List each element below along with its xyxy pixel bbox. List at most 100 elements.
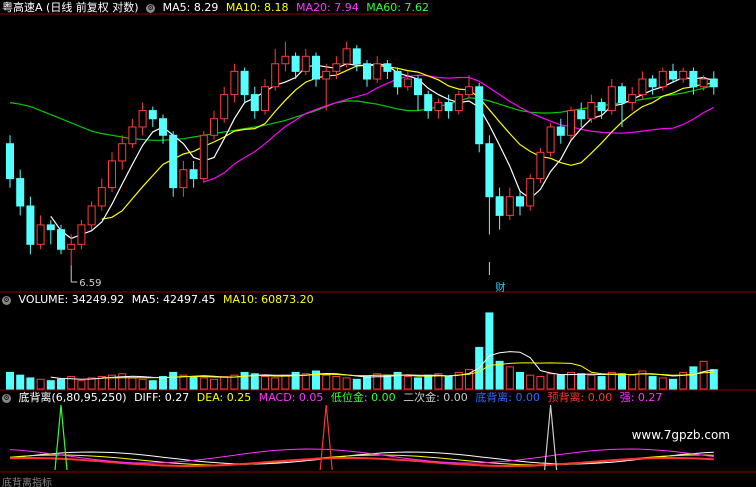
- candle-body: [403, 78, 412, 88]
- candle-body: [505, 196, 514, 216]
- volume-bar: [669, 378, 677, 390]
- candle-body: [669, 70, 677, 80]
- volume-bar: [526, 374, 535, 390]
- candle-body: [424, 94, 433, 112]
- volume-bar: [6, 371, 14, 390]
- volume-bar: [444, 376, 453, 390]
- candle-body: [169, 134, 178, 189]
- low-price-label: 6.59: [79, 278, 101, 289]
- volume-ma10: MA10: 60873.20: [222, 293, 314, 306]
- candle-body: [118, 143, 127, 162]
- strong-value: 强: 0.27: [619, 391, 663, 404]
- volume-bar: [383, 374, 392, 390]
- candle-body: [261, 86, 269, 112]
- candle-body: [322, 70, 331, 80]
- settings-icon[interactable]: ⚙: [2, 295, 11, 305]
- candle-body: [128, 126, 137, 145]
- candle-body: [189, 169, 198, 180]
- volume-bar: [118, 373, 127, 390]
- ma10-value: MA10: 8.18: [225, 1, 289, 14]
- volume-bar: [414, 377, 422, 390]
- volume-bar: [87, 377, 96, 390]
- volume-bar: [373, 373, 382, 390]
- candle-body: [332, 63, 341, 72]
- volume-bar: [587, 374, 596, 390]
- candle-body: [516, 196, 524, 207]
- candle-body: [281, 55, 290, 65]
- candle-body: [546, 126, 555, 153]
- event-label: 财: [495, 281, 505, 294]
- candle-body: [648, 78, 657, 88]
- volume-header: ⚙ VOLUME: 34249.92 MA5: 42497.45 MA10: 6…: [2, 293, 318, 307]
- candle-body: [46, 224, 55, 231]
- watermark: www.7gpzb.com: [631, 428, 730, 442]
- volume-bar: [628, 374, 637, 390]
- candle-body: [179, 169, 188, 189]
- volume-bar: [699, 360, 708, 390]
- candle-body: [618, 86, 626, 104]
- candle-body: [271, 63, 280, 88]
- candle-body: [108, 160, 116, 189]
- candle-body: [393, 70, 402, 88]
- candle-body: [138, 110, 147, 128]
- candle-body: [67, 243, 76, 250]
- volume-bar: [648, 376, 657, 390]
- candle-body: [689, 70, 698, 88]
- volume-bar: [301, 373, 310, 390]
- candle-body: [312, 55, 320, 80]
- volume-bar: [505, 366, 514, 390]
- candle-body: [465, 86, 473, 96]
- volume-bar: [342, 377, 351, 390]
- volume-bar: [210, 378, 218, 390]
- volume-bar: [199, 377, 208, 390]
- volume-bar: [26, 377, 35, 390]
- signal-spike: [319, 404, 333, 471]
- volume-bar: [138, 378, 147, 390]
- volume-bar: [618, 373, 626, 390]
- candle-body: [556, 126, 565, 136]
- volume-bar: [169, 371, 178, 390]
- stock-title[interactable]: 粤高速A (日线 前复权 对数): [2, 1, 139, 14]
- volume-bar: [689, 366, 698, 390]
- candle-body: [444, 102, 453, 112]
- settings-icon[interactable]: ⚙: [2, 393, 11, 403]
- volume-bar: [352, 378, 361, 390]
- low-gold-value: 低位金: 0.00: [330, 391, 396, 404]
- volume-bar: [240, 371, 249, 390]
- signal-spike: [54, 404, 68, 471]
- volume-bar: [36, 378, 45, 390]
- volume-bar: [658, 377, 667, 390]
- diff-value: DIFF: 0.27: [134, 391, 190, 404]
- candle-body: [628, 94, 637, 104]
- candle-body: [352, 48, 361, 65]
- settings-icon[interactable]: ⚙: [146, 3, 156, 13]
- candle-body: [250, 94, 259, 112]
- candle-body: [383, 63, 392, 72]
- candle-body: [495, 196, 504, 216]
- volume-bar: [607, 371, 616, 390]
- candle-body: [220, 94, 229, 120]
- candle-body: [434, 102, 443, 112]
- volume-bar: [485, 312, 494, 390]
- second-gold-value: 二次金: 0.00: [403, 391, 468, 404]
- candle-body: [485, 143, 494, 198]
- volume-bar: [403, 376, 412, 390]
- indicator-name[interactable]: 底背离(6,80,95,250): [19, 391, 127, 404]
- candle-body: [16, 178, 25, 207]
- candle-body: [679, 70, 688, 80]
- candle-body: [638, 78, 647, 96]
- stock-chart-window: 6.59 财 粤高速A (日线 前复权 对数) ⚙ MA5: 8.29 MA10:…: [0, 0, 756, 487]
- ma20-value: MA20: 7.94: [296, 1, 359, 14]
- volume-bar: [16, 374, 25, 390]
- volume-bar: [546, 373, 555, 390]
- candle-body: [454, 94, 463, 112]
- candle-body: [240, 70, 249, 96]
- chart-canvas[interactable]: 6.59 财: [0, 0, 756, 487]
- candle-body: [526, 178, 535, 207]
- candle-body: [414, 78, 422, 96]
- candle-body: [26, 205, 35, 245]
- candle-body: [699, 78, 708, 88]
- footer-text: 底背离指标: [2, 478, 52, 487]
- candle-body: [567, 110, 575, 136]
- volume-ma5: MA5: 42497.45: [131, 293, 216, 306]
